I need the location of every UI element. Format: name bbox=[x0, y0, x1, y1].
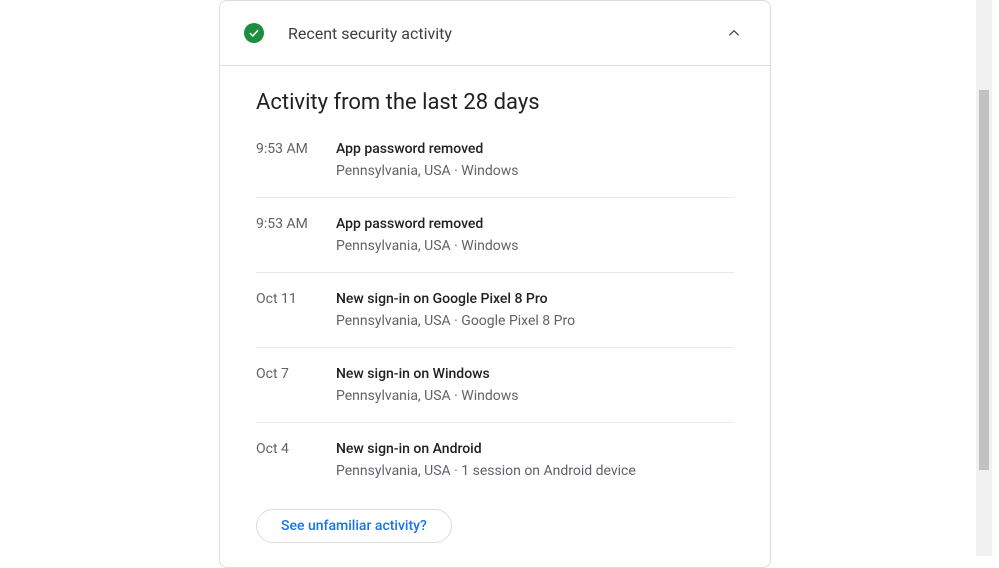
activity-row[interactable]: Oct 7 New sign-in on Windows Pennsylvani… bbox=[256, 348, 734, 423]
activity-title: App password removed bbox=[336, 214, 734, 234]
activity-detail: Pennsylvania, USA · Windows bbox=[336, 161, 734, 181]
security-activity-card: Recent security activity Activity from t… bbox=[219, 0, 771, 568]
activity-time: 9:53 AM bbox=[256, 139, 336, 181]
activity-time: Oct 4 bbox=[256, 439, 336, 481]
activity-detail: Pennsylvania, USA · Windows bbox=[336, 386, 734, 406]
activity-detail: Pennsylvania, USA · Google Pixel 8 Pro bbox=[336, 311, 734, 331]
activity-detail: Pennsylvania, USA · Windows bbox=[336, 236, 734, 256]
activity-title: New sign-in on Google Pixel 8 Pro bbox=[336, 289, 734, 309]
activity-content: App password removed Pennsylvania, USA ·… bbox=[336, 139, 734, 181]
activity-time: Oct 11 bbox=[256, 289, 336, 331]
activity-title: App password removed bbox=[336, 139, 734, 159]
activity-content: New sign-in on Google Pixel 8 Pro Pennsy… bbox=[336, 289, 734, 331]
activity-content: New sign-in on Android Pennsylvania, USA… bbox=[336, 439, 734, 481]
activity-row[interactable]: 9:53 AM App password removed Pennsylvani… bbox=[256, 139, 734, 198]
checkmark-icon bbox=[244, 23, 264, 43]
section-title: Activity from the last 28 days bbox=[256, 90, 734, 115]
activity-time: 9:53 AM bbox=[256, 214, 336, 256]
activity-title: New sign-in on Android bbox=[336, 439, 734, 459]
activity-content: New sign-in on Windows Pennsylvania, USA… bbox=[336, 364, 734, 406]
activity-detail: Pennsylvania, USA · 1 session on Android… bbox=[336, 461, 734, 481]
activity-time: Oct 7 bbox=[256, 364, 336, 406]
see-unfamiliar-activity-button[interactable]: See unfamiliar activity? bbox=[256, 509, 452, 543]
activity-row[interactable]: Oct 11 New sign-in on Google Pixel 8 Pro… bbox=[256, 273, 734, 348]
chevron-up-icon bbox=[722, 21, 746, 45]
activity-title: New sign-in on Windows bbox=[336, 364, 734, 384]
card-title: Recent security activity bbox=[288, 24, 722, 43]
card-body: Activity from the last 28 days 9:53 AM A… bbox=[220, 66, 770, 567]
activity-row[interactable]: Oct 4 New sign-in on Android Pennsylvani… bbox=[256, 423, 734, 497]
scrollbar-thumb[interactable] bbox=[979, 90, 989, 470]
card-header[interactable]: Recent security activity bbox=[220, 1, 770, 66]
activity-content: App password removed Pennsylvania, USA ·… bbox=[336, 214, 734, 256]
activity-row[interactable]: 9:53 AM App password removed Pennsylvani… bbox=[256, 198, 734, 273]
